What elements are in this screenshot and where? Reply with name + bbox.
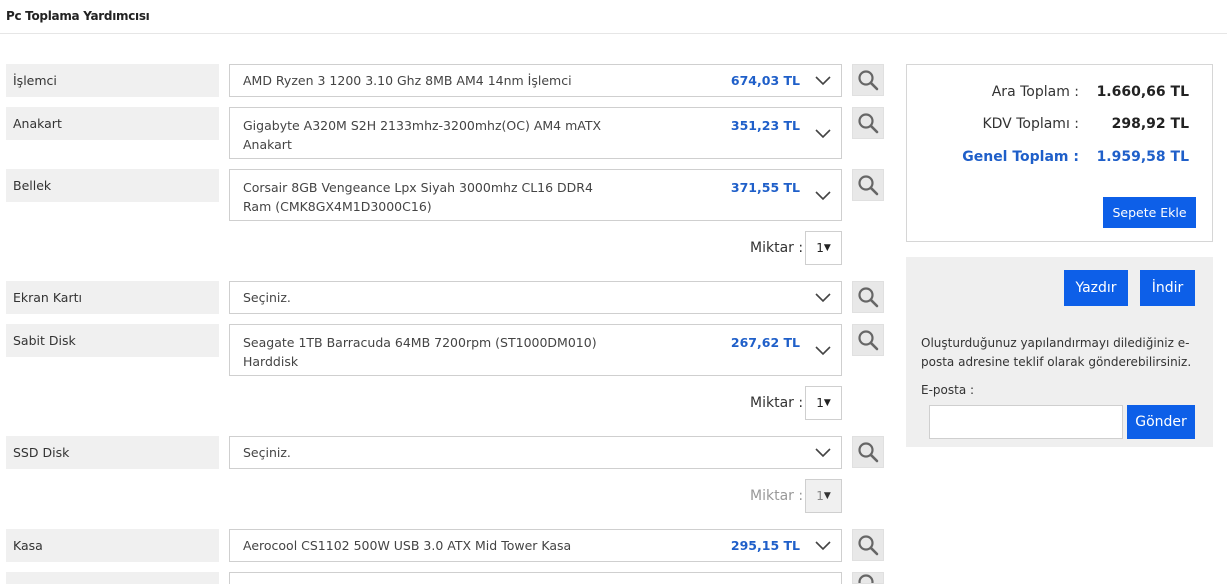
component-label-cpu: İşlemci <box>6 64 219 97</box>
next-component-select[interactable] <box>229 572 842 584</box>
cpu-selected-text: AMD Ryzen 3 1200 3.10 Ghz 8MB AM4 14nm İ… <box>243 73 572 88</box>
chevron-down-icon <box>815 76 831 86</box>
case-price: 295,15 TL <box>730 538 800 553</box>
search-icon <box>858 113 879 134</box>
search-icon <box>858 287 879 308</box>
gpu-search-button[interactable] <box>852 281 884 313</box>
dropdown-arrow-icon: ▼ <box>823 243 831 253</box>
download-button[interactable]: İndir <box>1140 270 1195 306</box>
memory-price: 371,55 TL <box>730 180 800 195</box>
component-label-next <box>6 572 219 584</box>
ssd-quantity-label: Miktar : <box>750 488 804 504</box>
hdd-quantity-value: 1 <box>816 396 824 410</box>
search-icon <box>858 442 879 463</box>
search-icon <box>858 70 879 91</box>
gpu-selected-text: Seçiniz. <box>243 290 291 305</box>
next-search-button[interactable] <box>852 572 884 584</box>
share-panel: Yazdır İndir Oluşturduğunuz yapılandırma… <box>906 257 1213 447</box>
hdd-quantity-select[interactable]: 1 ▼ <box>805 386 842 420</box>
send-button[interactable]: Gönder <box>1127 405 1195 439</box>
grand-total-label: Genel Toplam : <box>962 149 1079 165</box>
hdd-selected-text: Seagate 1TB Barracuda 64MB 7200rpm (ST10… <box>243 335 597 369</box>
add-to-cart-button[interactable]: Sepete Ekle <box>1103 197 1196 228</box>
component-label-ssd: SSD Disk <box>6 436 219 469</box>
dropdown-arrow-icon: ▼ <box>823 491 831 501</box>
subtotal-value: 1.660,66 TL <box>1096 84 1189 100</box>
vat-value: 298,92 TL <box>1111 116 1189 132</box>
memory-search-button[interactable] <box>852 169 884 201</box>
ssd-search-button[interactable] <box>852 436 884 468</box>
memory-selected-text: Corsair 8GB Vengeance Lpx Siyah 3000mhz … <box>243 180 593 214</box>
ssd-select[interactable]: Seçiniz. <box>229 436 842 469</box>
chevron-down-icon <box>815 191 831 201</box>
email-info-text: Oluşturduğunuz yapılandırmayı dilediğini… <box>921 336 1192 369</box>
dropdown-arrow-icon: ▼ <box>823 398 831 408</box>
title-divider <box>0 33 1227 34</box>
subtotal-label: Ara Toplam : <box>991 84 1079 100</box>
hdd-quantity-label: Miktar : <box>750 395 804 411</box>
component-label-memory: Bellek <box>6 169 219 202</box>
component-label-motherboard: Anakart <box>6 107 219 140</box>
memory-quantity-label: Miktar : <box>750 240 804 256</box>
chevron-down-icon <box>815 129 831 139</box>
vat-label: KDV Toplamı : <box>982 116 1079 132</box>
memory-quantity-select[interactable]: 1 ▼ <box>805 231 842 265</box>
component-label-hdd: Sabit Disk <box>6 324 219 357</box>
search-icon <box>858 330 879 351</box>
hdd-search-button[interactable] <box>852 324 884 356</box>
hdd-price: 267,62 TL <box>730 335 800 350</box>
email-label: E-posta : <box>921 383 975 397</box>
search-icon <box>858 574 874 583</box>
page-title: Pc Toplama Yardımcısı <box>6 9 150 23</box>
chevron-down-icon <box>815 346 831 356</box>
print-button[interactable]: Yazdır <box>1064 270 1128 306</box>
cpu-search-button[interactable] <box>852 64 884 96</box>
grand-total-value: 1.959,58 TL <box>1096 149 1189 165</box>
chevron-down-icon <box>815 448 831 458</box>
chevron-down-icon <box>815 541 831 551</box>
motherboard-selected-text: Gigabyte A320M S2H 2133mhz-3200mhz(OC) A… <box>243 118 602 152</box>
memory-quantity-value: 1 <box>816 241 824 255</box>
motherboard-search-button[interactable] <box>852 107 884 139</box>
search-icon <box>858 175 879 196</box>
chevron-down-icon <box>815 293 831 303</box>
gpu-select[interactable]: Seçiniz. <box>229 281 842 314</box>
hdd-select[interactable]: Seagate 1TB Barracuda 64MB 7200rpm (ST10… <box>229 324 842 376</box>
component-label-gpu: Ekran Kartı <box>6 281 219 314</box>
ssd-quantity-select: 1 ▼ <box>805 479 842 513</box>
case-select[interactable]: Aerocool CS1102 500W USB 3.0 ATX Mid Tow… <box>229 529 842 562</box>
component-label-case: Kasa <box>6 529 219 562</box>
motherboard-price: 351,23 TL <box>730 118 800 133</box>
memory-select[interactable]: Corsair 8GB Vengeance Lpx Siyah 3000mhz … <box>229 169 842 221</box>
case-search-button[interactable] <box>852 529 884 561</box>
ssd-selected-text: Seçiniz. <box>243 445 291 460</box>
summary-panel: Ara Toplam : 1.660,66 TL KDV Toplamı : 2… <box>906 64 1213 242</box>
search-icon <box>858 535 879 556</box>
ssd-quantity-value: 1 <box>816 489 824 503</box>
case-selected-text: Aerocool CS1102 500W USB 3.0 ATX Mid Tow… <box>243 538 572 553</box>
email-input[interactable] <box>929 405 1123 439</box>
cpu-select[interactable]: AMD Ryzen 3 1200 3.10 Ghz 8MB AM4 14nm İ… <box>229 64 842 97</box>
cpu-price: 674,03 TL <box>730 73 800 88</box>
motherboard-select[interactable]: Gigabyte A320M S2H 2133mhz-3200mhz(OC) A… <box>229 107 842 159</box>
